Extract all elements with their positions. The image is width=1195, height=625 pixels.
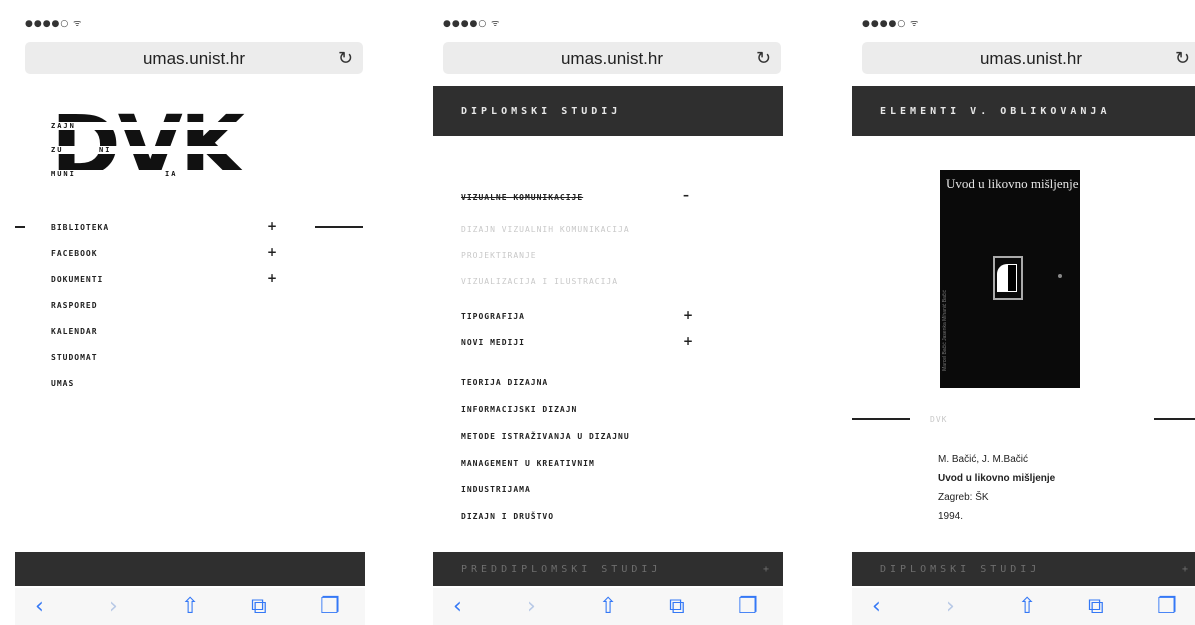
back-icon[interactable]: ‹ xyxy=(35,594,44,619)
logo-stripe xyxy=(51,146,291,154)
sub-item[interactable]: DIZAJN VIZUALNIH KOMUNIKACIJA xyxy=(461,225,630,234)
reload-icon[interactable]: ↻ xyxy=(1175,48,1190,69)
logo-fragment: NI xyxy=(99,146,112,154)
footer-label: PREDDIPLOMSKI STUDIJ xyxy=(461,564,662,575)
course-item[interactable]: TEORIJA DIZAJNA xyxy=(461,378,548,387)
course-item[interactable]: INFORMACIJSKI DIZAJN xyxy=(461,405,577,414)
section-header[interactable]: ELEMENTI V. OBLIKOVANJA xyxy=(852,86,1195,136)
status-bar: ●●●●○ ᯤ xyxy=(443,19,501,29)
book-cover-image[interactable]: Uvod u likovno mišljenje Marcel Bačić Ja… xyxy=(940,170,1080,388)
book-year: 1994. xyxy=(938,511,964,522)
cover-authors: Marcel Bačić Jasenka Mihanić Bačić xyxy=(942,290,948,371)
menu-item-raspored[interactable]: RASPORED xyxy=(51,301,98,310)
bookmarks-icon[interactable]: ⧉ xyxy=(1088,594,1104,619)
browser-toolbar: ‹ › ⇧ ⧉ ❐ xyxy=(433,588,783,625)
section-tipografija[interactable]: TIPOGRAFIJA xyxy=(461,312,525,321)
menu-item-biblioteka[interactable]: BIBLIOTEKA xyxy=(51,223,109,232)
browser-toolbar: ‹ › ⇧ ⧉ ❐ xyxy=(15,588,365,625)
header-title: DIPLOMSKI STUDIJ xyxy=(461,106,622,117)
section-header[interactable]: DIPLOMSKI STUDIJ xyxy=(433,86,783,136)
course-item[interactable]: METODE ISTRAŽIVANJA U DIZAJNU xyxy=(461,432,630,441)
cover-emblem xyxy=(993,256,1023,300)
divider xyxy=(315,226,363,228)
reload-icon[interactable]: ↻ xyxy=(338,48,353,69)
course-item[interactable]: DIZAJN I DRUŠTVO xyxy=(461,512,554,521)
forward-icon[interactable]: › xyxy=(109,594,118,619)
section-vizualne-komunikacije[interactable]: VIZUALNE KOMUNIKACIJE xyxy=(461,193,583,202)
address-bar[interactable]: umas.unist.hr ↻ xyxy=(862,42,1195,74)
bookmarks-icon[interactable]: ⧉ xyxy=(251,594,267,619)
forward-icon[interactable]: › xyxy=(946,594,955,619)
divider xyxy=(852,418,910,420)
forward-icon[interactable]: › xyxy=(527,594,536,619)
menu-item-kalendar[interactable]: KALENDAR xyxy=(51,327,98,336)
status-bar: ●●●●○ ᯤ xyxy=(862,19,920,29)
menu-item-facebook[interactable]: FACEBOOK xyxy=(51,249,98,258)
phone-screen-book: ●●●●○ ᯤ umas.unist.hr ↻ ELEMENTI V. OBLI… xyxy=(852,0,1195,625)
collapse-minus-icon[interactable]: – xyxy=(683,188,689,202)
phone-screen-diplomski: ●●●●○ ᯤ umas.unist.hr ↻ DIPLOMSKI STUDIJ… xyxy=(433,0,783,625)
bookmarks-icon[interactable]: ⧉ xyxy=(669,594,685,619)
expand-plus-icon[interactable]: + xyxy=(683,334,693,348)
expand-plus-icon[interactable]: + xyxy=(1182,564,1188,575)
book-tag: DVK xyxy=(930,415,948,424)
section-novi-mediji[interactable]: NOVI MEDIJI xyxy=(461,338,525,347)
tabs-icon[interactable]: ❐ xyxy=(1157,594,1177,619)
tabs-icon[interactable]: ❐ xyxy=(738,594,758,619)
logo-fragment: ZAJN xyxy=(51,122,76,130)
cover-dot xyxy=(1058,274,1062,278)
logo-stripe xyxy=(51,122,291,130)
menu-item-umas[interactable]: UMAS xyxy=(51,379,74,388)
expand-plus-icon[interactable]: + xyxy=(683,308,693,322)
cover-title: Uvod u likovno mišljenje xyxy=(946,176,1079,191)
expand-plus-icon[interactable]: + xyxy=(267,245,277,259)
phone-screen-home: ●●●●○ ᯤ umas.unist.hr ↻ DVK ZAJN ZU NI M… xyxy=(15,0,365,625)
share-icon[interactable]: ⇧ xyxy=(1018,594,1036,619)
book-publisher: Zagreb: ŠK xyxy=(938,492,989,503)
tabs-icon[interactable]: ❐ xyxy=(320,594,340,619)
back-icon[interactable]: ‹ xyxy=(872,594,881,619)
reload-icon[interactable]: ↻ xyxy=(756,48,771,69)
status-bar: ●●●●○ ᯤ xyxy=(25,19,83,29)
address-bar[interactable]: umas.unist.hr ↻ xyxy=(443,42,781,74)
divider xyxy=(1154,418,1195,420)
divider xyxy=(15,226,25,228)
logo-fragment: MUNI xyxy=(51,170,76,178)
logo-fragment: IA xyxy=(165,170,178,178)
header-title: ELEMENTI V. OBLIKOVANJA xyxy=(880,106,1111,117)
url-text: umas.unist.hr xyxy=(142,49,246,68)
footer-label: DIPLOMSKI STUDIJ xyxy=(880,564,1041,575)
menu-item-dokumenti[interactable]: DOKUMENTI xyxy=(51,275,103,284)
footer-bar[interactable]: PREDDIPLOMSKI STUDIJ + xyxy=(433,552,783,586)
browser-toolbar: ‹ › ⇧ ⧉ ❐ xyxy=(852,588,1195,625)
footer-bar[interactable]: DIPLOMSKI STUDIJ + xyxy=(852,552,1195,586)
back-icon[interactable]: ‹ xyxy=(453,594,462,619)
footer-bar xyxy=(15,552,365,586)
expand-plus-icon[interactable]: + xyxy=(267,219,277,233)
menu-item-studomat[interactable]: STUDOMAT xyxy=(51,353,98,362)
course-item[interactable]: INDUSTRIJAMA xyxy=(461,485,531,494)
sub-item[interactable]: VIZUALIZACIJA I ILUSTRACIJA xyxy=(461,277,618,286)
course-item[interactable]: MANAGEMENT U KREATIVNIM xyxy=(461,459,595,468)
logo-fragment: ZU xyxy=(51,146,64,154)
share-icon[interactable]: ⇧ xyxy=(599,594,617,619)
book-title: Uvod u likovno mišljenje xyxy=(938,473,1056,484)
expand-plus-icon[interactable]: + xyxy=(267,271,277,285)
expand-plus-icon[interactable]: + xyxy=(763,564,769,575)
share-icon[interactable]: ⇧ xyxy=(181,594,199,619)
book-authors: M. Bačić, J. M.Bačić xyxy=(938,454,1029,465)
url-text: umas.unist.hr xyxy=(979,49,1083,68)
address-bar[interactable]: umas.unist.hr ↻ xyxy=(25,42,363,74)
sub-item[interactable]: PROJEKTIRANJE xyxy=(461,251,537,260)
url-text: umas.unist.hr xyxy=(560,49,664,68)
